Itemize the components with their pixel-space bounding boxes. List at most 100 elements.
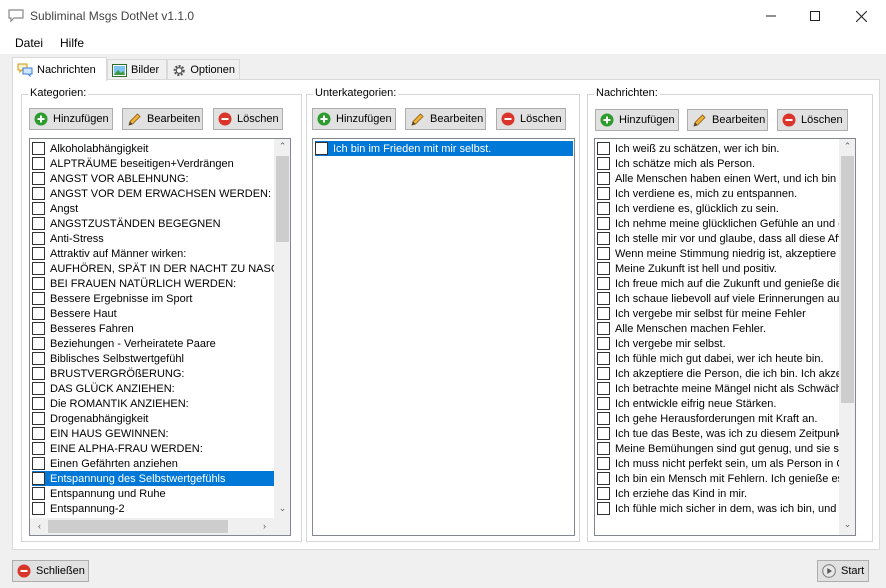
category-item[interactable]: Angst [32, 201, 274, 216]
checkbox[interactable] [32, 502, 45, 515]
checkbox[interactable] [32, 247, 45, 260]
checkbox[interactable] [597, 262, 610, 275]
messages-checked-list[interactable]: Ich fühle mich sicher in dem, was ich bi… [594, 138, 856, 536]
checkbox[interactable] [597, 217, 610, 230]
start-button[interactable]: Start [817, 560, 869, 582]
checkbox[interactable] [32, 457, 45, 470]
category-item[interactable]: Beziehungen - Verheiratete Paare [32, 336, 274, 351]
message-item[interactable]: Ich betrachte meine Mängel nicht als Sch… [597, 381, 839, 396]
checkbox[interactable] [32, 427, 45, 440]
subcategories-add-button[interactable]: Hinzufügen [312, 108, 396, 130]
tab-messages[interactable]: Nachrichten [12, 57, 107, 81]
minimize-button[interactable] [748, 0, 794, 32]
checkbox[interactable] [32, 442, 45, 455]
checkbox[interactable] [32, 262, 45, 275]
category-item[interactable]: Entspannung des Selbstwertgefühls [32, 471, 274, 486]
checkbox[interactable] [597, 232, 610, 245]
category-item[interactable]: ANGSTZUSTÄNDEN BEGEGNEN [32, 216, 274, 231]
messages-vertical-scrollbar[interactable]: ⌃ ⌄ [839, 139, 855, 535]
category-item[interactable]: AUFHÖREN, SPÄT IN DER NACHT ZU NASC [32, 261, 274, 276]
scroll-down-icon[interactable]: ⌄ [839, 519, 855, 530]
scroll-thumb[interactable] [841, 156, 854, 403]
category-item[interactable]: Entspannung und Ruhe [32, 486, 274, 501]
checkbox[interactable] [597, 427, 610, 440]
checkbox[interactable] [315, 142, 328, 155]
scroll-down-icon[interactable]: ⌄ [274, 503, 290, 514]
checkbox[interactable] [597, 382, 610, 395]
checkbox[interactable] [597, 397, 610, 410]
message-item[interactable]: Ich weiß zu schätzen, wer ich bin. [597, 141, 839, 156]
message-item[interactable]: Ich muss nicht perfekt sein, um als Pers… [597, 456, 839, 471]
checkbox[interactable] [32, 412, 45, 425]
checkbox[interactable] [32, 142, 45, 155]
category-item[interactable]: ALPTRÄUME beseitigen+Verdrängen [32, 156, 274, 171]
message-item[interactable]: Ich freue mich auf die Zukunft und genie… [597, 276, 839, 291]
checkbox[interactable] [32, 217, 45, 230]
checkbox[interactable] [32, 382, 45, 395]
category-item[interactable]: Besseres Fahren [32, 321, 274, 336]
scroll-up-icon[interactable]: ⌃ [839, 141, 855, 152]
message-item[interactable]: Ich stelle mir vor und glaube, dass all … [597, 231, 839, 246]
checkbox[interactable] [32, 292, 45, 305]
category-item[interactable]: BRUSTVERGRÖßERUNG: [32, 366, 274, 381]
checkbox[interactable] [597, 322, 610, 335]
checkbox[interactable] [32, 277, 45, 290]
message-item[interactable]: Ich gehe Herausforderungen mit Kraft an. [597, 411, 839, 426]
checkbox[interactable] [597, 412, 610, 425]
checkbox[interactable] [597, 187, 610, 200]
checkbox[interactable] [597, 307, 610, 320]
categories-horizontal-scrollbar[interactable]: ‹ › [30, 518, 290, 535]
message-item[interactable]: Alle Menschen haben einen Wert, und ich … [597, 171, 839, 186]
category-item[interactable]: Anti-Stress [32, 231, 274, 246]
tab-images[interactable]: Bilder [107, 59, 167, 80]
message-item[interactable]: Meine Zukunft ist hell und positiv. [597, 261, 839, 276]
subcategories-checked-list[interactable]: Ich bin im Frieden mit mir selbst. [312, 138, 575, 536]
close-app-button[interactable]: Schließen [12, 560, 89, 582]
message-item[interactable]: Ich verdiene es, glücklich zu sein. [597, 201, 839, 216]
message-item[interactable]: Ich tue das Beste, was ich zu diesem Zei… [597, 426, 839, 441]
message-item[interactable]: Ich fühle mich sicher in dem, was ich bi… [597, 501, 839, 516]
checkbox[interactable] [32, 307, 45, 320]
checkbox[interactable] [597, 172, 610, 185]
checkbox[interactable] [597, 202, 610, 215]
message-item[interactable]: Ich nehme meine glücklichen Gefühle an u… [597, 216, 839, 231]
message-item[interactable]: Wenn meine Stimmung niedrig ist, akzepti… [597, 246, 839, 261]
messages-add-button[interactable]: Hinzufügen [595, 109, 679, 131]
message-item[interactable]: Ich verdiene es, mich zu entspannen. [597, 186, 839, 201]
message-item[interactable]: Ich schätze mich als Person. [597, 156, 839, 171]
category-item[interactable]: Biblisches Selbstwertgefühl [32, 351, 274, 366]
category-item[interactable]: Alkoholabhängigkeit [32, 141, 274, 156]
checkbox[interactable] [597, 487, 610, 500]
scroll-thumb[interactable] [48, 520, 228, 533]
checkbox[interactable] [597, 142, 610, 155]
message-item[interactable]: Ich bin ein Mensch mit Fehlern. Ich geni… [597, 471, 839, 486]
checkbox[interactable] [597, 157, 610, 170]
checkbox[interactable] [32, 472, 45, 485]
message-item[interactable]: Ich vergebe mir selbst für meine Fehler [597, 306, 839, 321]
checkbox[interactable] [597, 247, 610, 260]
maximize-button[interactable] [792, 0, 838, 32]
checkbox[interactable] [597, 352, 610, 365]
categories-vertical-scrollbar[interactable]: ⌃ ⌄ [274, 139, 290, 518]
checkbox[interactable] [32, 397, 45, 410]
subcategory-item[interactable]: Ich bin im Frieden mit mir selbst. [315, 141, 573, 156]
category-item[interactable]: BEI FRAUEN NATÜRLICH WERDEN: [32, 276, 274, 291]
messages-delete-button[interactable]: Löschen [777, 109, 848, 131]
checkbox[interactable] [597, 472, 610, 485]
scroll-right-icon[interactable]: › [256, 521, 273, 531]
scroll-left-icon[interactable]: ‹ [31, 521, 48, 531]
checkbox[interactable] [32, 337, 45, 350]
checkbox[interactable] [597, 442, 610, 455]
category-item[interactable]: Entspannung-2 [32, 501, 274, 516]
menu-help[interactable]: Hilfe [60, 36, 84, 50]
checkbox[interactable] [32, 202, 45, 215]
category-item[interactable]: ANGST VOR ABLEHNUNG: [32, 171, 274, 186]
checkbox[interactable] [32, 322, 45, 335]
messages-edit-button[interactable]: Bearbeiten [687, 109, 768, 131]
category-item[interactable]: DAS GLÜCK ANZIEHEN: [32, 381, 274, 396]
checkbox[interactable] [32, 157, 45, 170]
checkbox[interactable] [597, 337, 610, 350]
message-item[interactable]: Ich fühle mich gut dabei, wer ich heute … [597, 351, 839, 366]
categories-edit-button[interactable]: Bearbeiten [122, 108, 203, 130]
checkbox[interactable] [597, 367, 610, 380]
